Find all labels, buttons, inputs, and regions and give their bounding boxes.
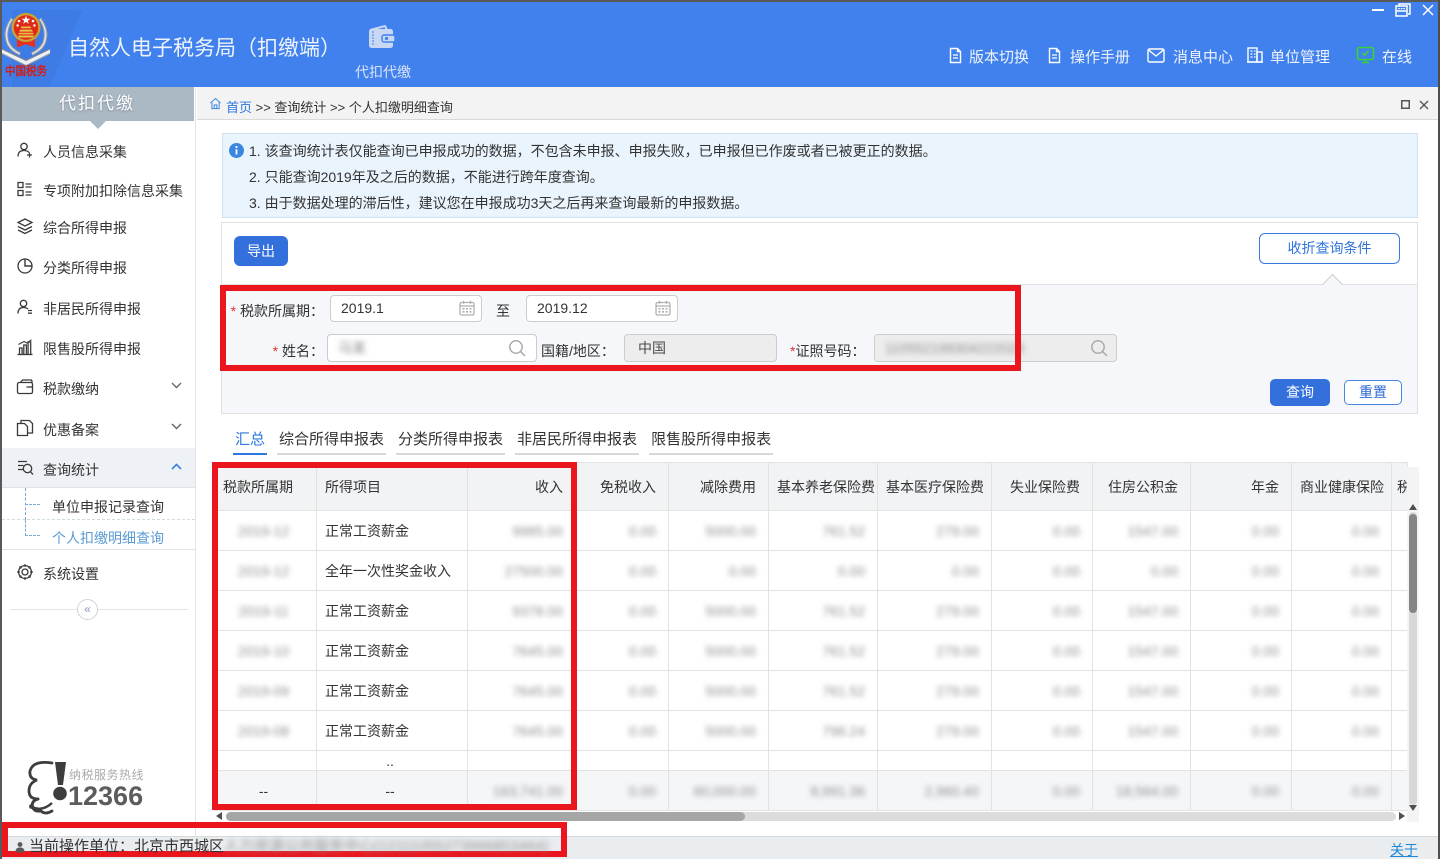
svg-text:中国税务: 中国税务 — [5, 63, 48, 77]
